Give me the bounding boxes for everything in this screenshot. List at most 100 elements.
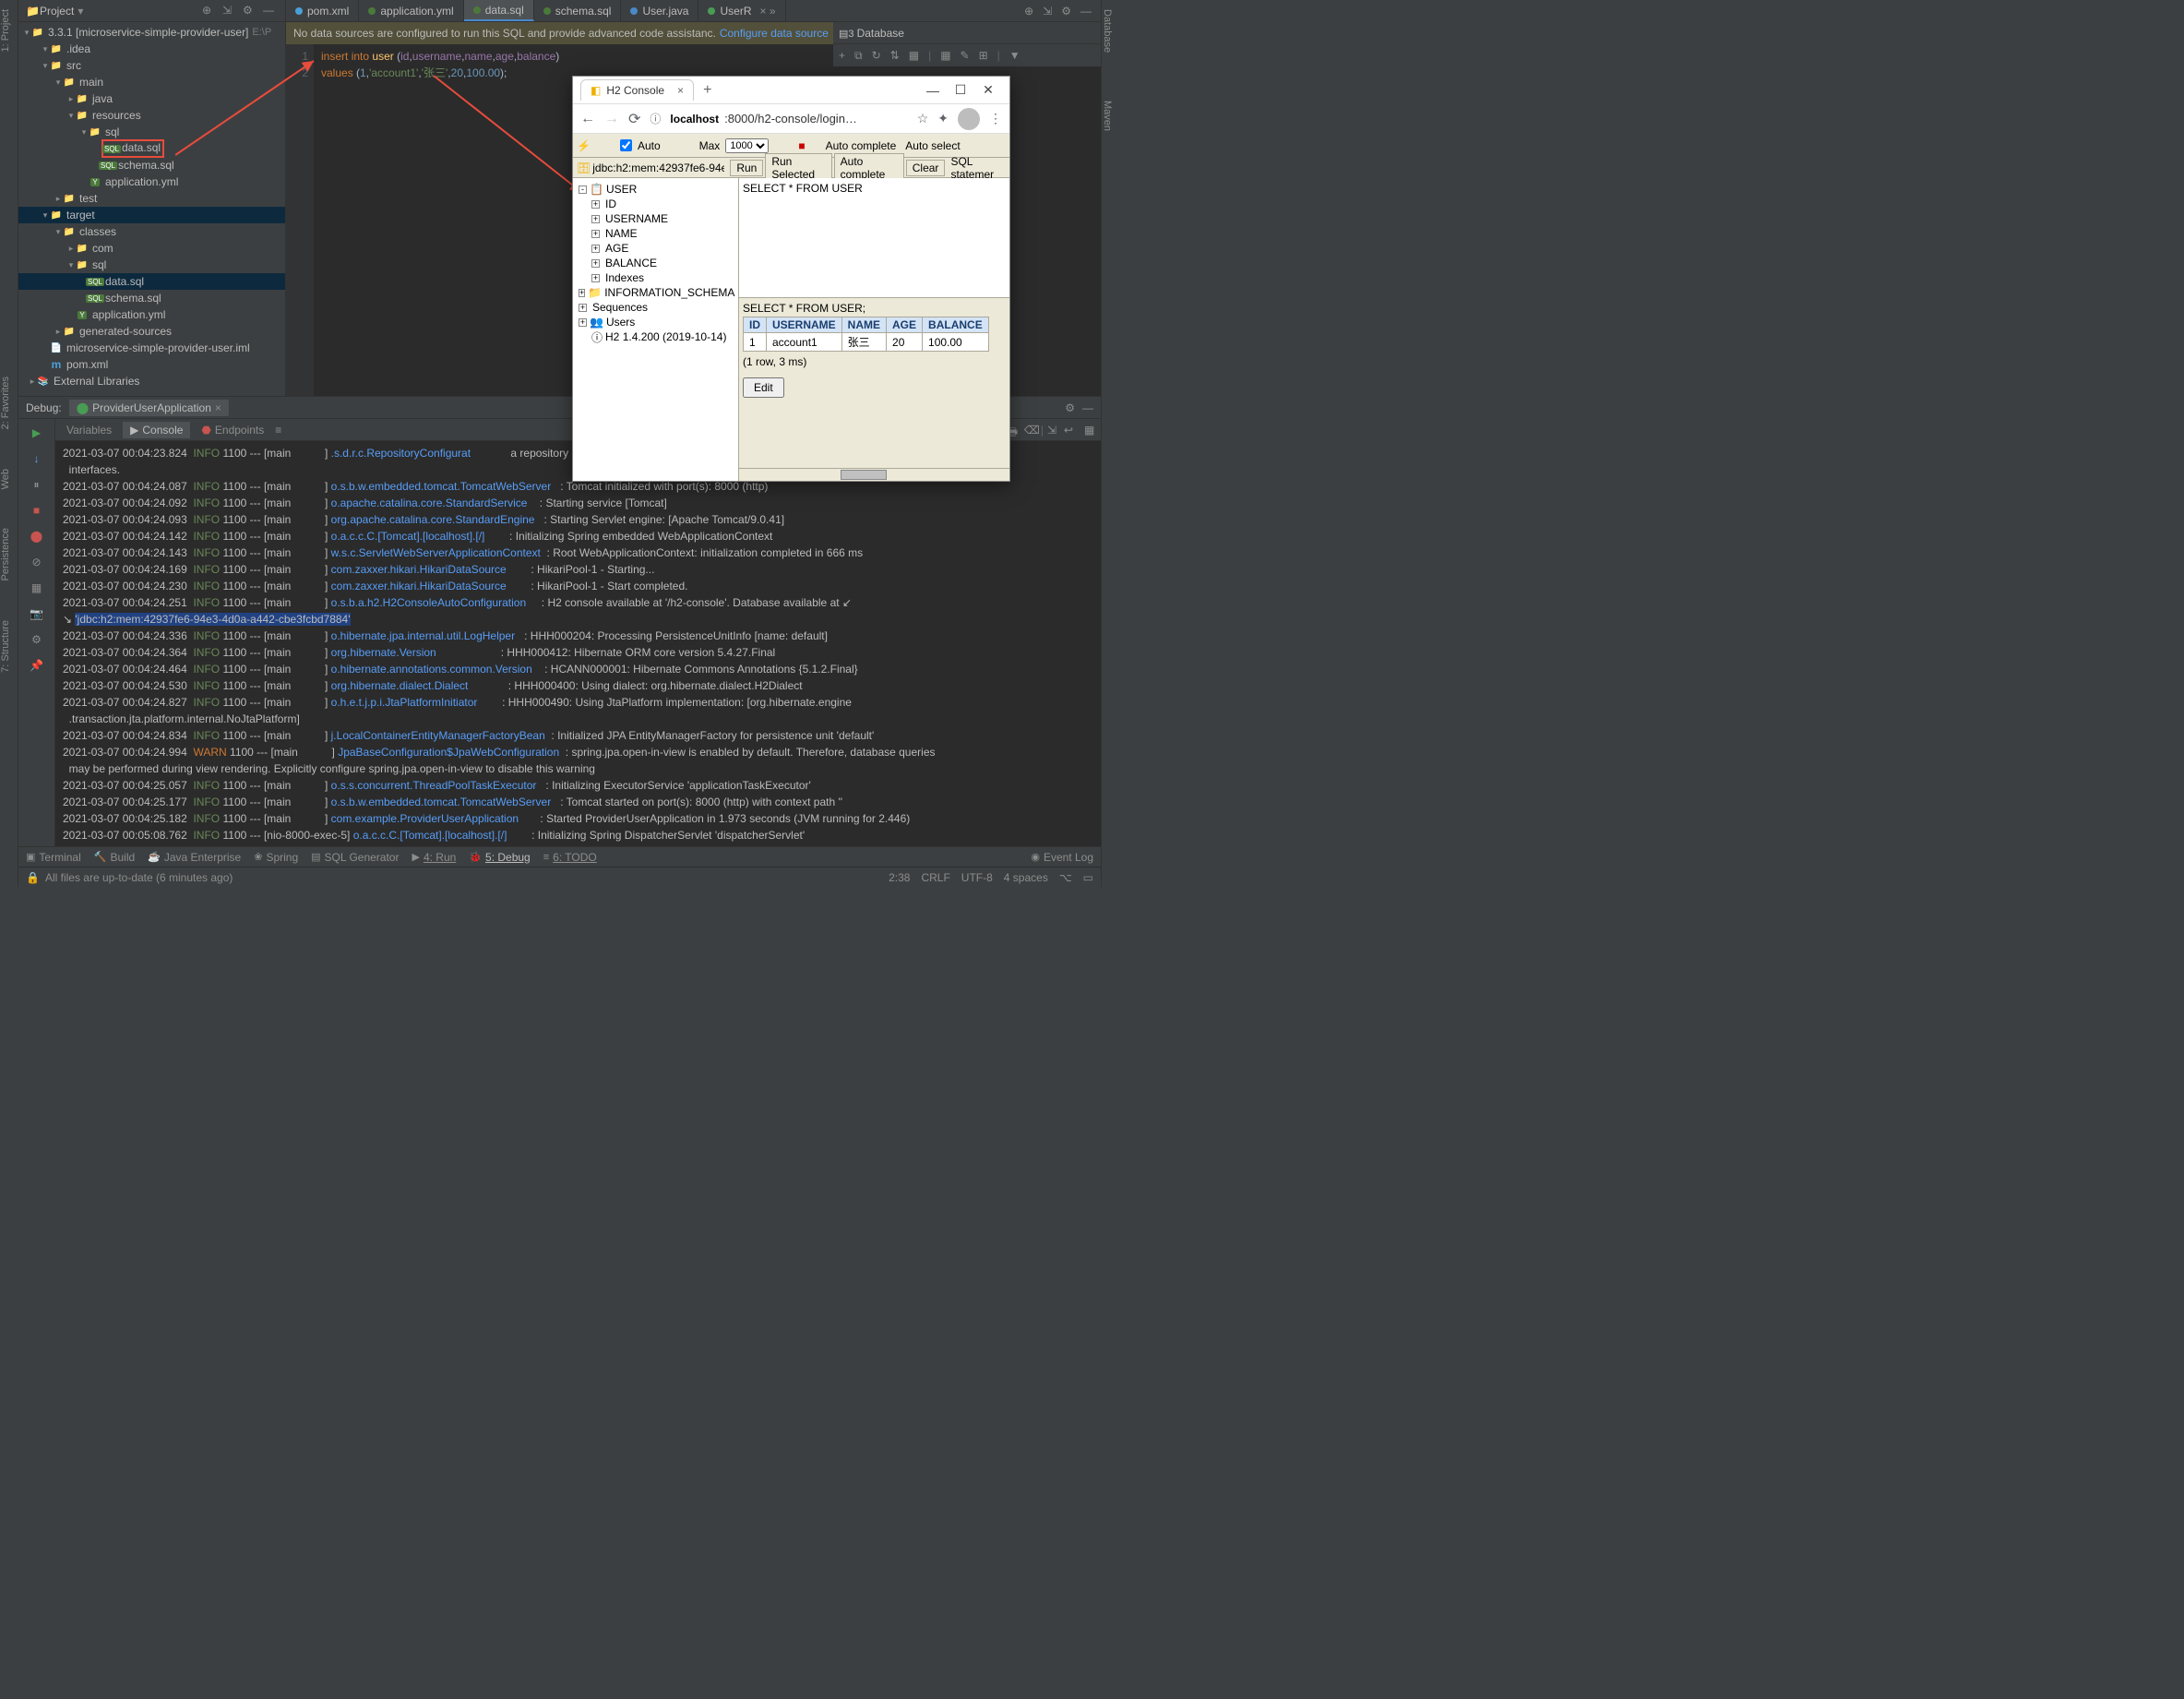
db-diagram-icon[interactable]: ⊞ [979, 49, 988, 62]
settings-icon[interactable]: ⚙ [29, 631, 45, 648]
debug-config-tab[interactable]: ⬤ ProviderUserApplication × [69, 400, 229, 416]
editor-tab[interactable]: pom.xml [286, 0, 359, 21]
tree-node[interactable]: ▸📁java [18, 90, 285, 107]
tree-node[interactable]: ▾📁classes [18, 223, 285, 240]
git-icon[interactable]: ⌥ [1059, 871, 1072, 884]
console-output[interactable]: 2021-03-07 00:04:23.824 INFO 1100 --- [m… [55, 441, 1101, 846]
h2-tree-node[interactable]: +BALANCE [577, 256, 734, 270]
h2-disconnect-icon[interactable]: ⚡ [577, 139, 591, 152]
view-bp-icon[interactable]: ⬤ [29, 528, 45, 544]
db-filter-icon[interactable]: ▼ [1009, 49, 1020, 62]
browser-tab[interactable]: ◧ H2 Console × [580, 79, 694, 101]
scroll-icon[interactable]: ⇲ [1047, 424, 1060, 437]
tree-node[interactable]: Yapplication.yml [18, 306, 285, 323]
tool-database[interactable]: Database [1102, 4, 1113, 58]
tree-node[interactable]: ▾📁src [18, 57, 285, 74]
h2-tree-node[interactable]: +USERNAME [577, 211, 734, 226]
tree-node[interactable]: ▾📁main [18, 74, 285, 90]
stop-icon[interactable]: ■ [29, 502, 45, 519]
tool-maven[interactable]: Maven [1102, 95, 1113, 137]
h2-cancel-icon[interactable]: ■ [798, 139, 805, 152]
hide-icon[interactable]: — [1082, 401, 1093, 414]
tool-structure[interactable]: 7: Structure [0, 615, 11, 678]
forward-icon[interactable]: → [604, 111, 619, 127]
filter-icon[interactable]: ▦ [1084, 424, 1097, 437]
new-tab-icon[interactable]: + [703, 82, 711, 99]
tree-node[interactable]: 📄microservice-simple-provider-user.iml [18, 340, 285, 356]
editor-tab[interactable]: schema.sql [534, 0, 622, 21]
btm-java-ee[interactable]: ☕ Java Enterprise [148, 851, 241, 864]
h2-tree-node[interactable]: +Indexes [577, 270, 734, 285]
btm-terminal[interactable]: ▣ Terminal [26, 851, 81, 864]
db-edit-icon[interactable]: ✎ [961, 49, 970, 62]
hide-icon[interactable]: — [1080, 5, 1092, 18]
avatar-icon[interactable] [958, 108, 980, 130]
tool-persistence[interactable]: Persistence [0, 522, 11, 586]
max-select[interactable]: 1000 [725, 138, 769, 153]
close-icon[interactable]: × [215, 401, 221, 414]
editor-tab[interactable]: data.sql [464, 0, 534, 21]
tool-favorites[interactable]: 2: Favorites [0, 371, 11, 435]
h2-schema-tree[interactable]: -📋USER+ID+USERNAME+NAME+AGE+BALANCE+Inde… [573, 178, 739, 481]
star-icon[interactable]: ☆ [917, 111, 929, 126]
db-refresh-icon[interactable]: ↻ [872, 49, 881, 62]
btm-spring[interactable]: ❀ Spring [254, 851, 298, 864]
camera-icon[interactable]: 📷 [29, 605, 45, 622]
clear-button[interactable]: Clear [906, 160, 946, 176]
tool-project[interactable]: 1: Project [0, 4, 11, 57]
gear-icon[interactable]: ⚙ [243, 4, 257, 18]
auto-checkbox[interactable] [620, 139, 632, 151]
tab-endpoints[interactable]: ⬣Endpoints [194, 422, 271, 438]
db-table-icon[interactable]: ▦ [940, 49, 950, 62]
pin-icon[interactable]: 📌 [29, 657, 45, 674]
tree-node[interactable]: SQLschema.sql [18, 290, 285, 306]
pause-icon[interactable]: ⏸ [29, 476, 45, 493]
h2-tree-node[interactable]: ⓘH2 1.4.200 (2019-10-14) [577, 329, 734, 344]
h2-tree-node[interactable]: -📋USER [577, 182, 734, 197]
h2-tree-node[interactable]: +📁INFORMATION_SCHEMA [577, 285, 734, 300]
tree-node[interactable]: mpom.xml [18, 356, 285, 373]
project-tree[interactable]: ▾📁3.3.1 [microservice-simple-provider-us… [18, 22, 285, 396]
tree-node[interactable]: ▾📁.idea [18, 41, 285, 57]
tab-close-icon[interactable]: × [677, 84, 684, 97]
configure-datasource-link[interactable]: Configure data source [720, 27, 829, 40]
menu-icon[interactable]: ⋮ [989, 111, 1002, 126]
tool-web[interactable]: Web [0, 463, 11, 495]
clear-icon[interactable]: ⌫ [1024, 424, 1037, 437]
wrap-icon[interactable]: ↩ [1064, 424, 1077, 437]
window-close-icon[interactable]: ✕ [974, 82, 1002, 98]
tab-console[interactable]: ▶Console [123, 422, 190, 438]
btm-debug[interactable]: 🐞 5: Debug [469, 851, 530, 864]
h2-tree-node[interactable]: +AGE [577, 241, 734, 256]
back-icon[interactable]: ← [580, 111, 595, 127]
tree-node[interactable]: Yapplication.yml [18, 173, 285, 190]
h2-scrollbar[interactable] [739, 468, 1009, 481]
btm-todo[interactable]: ≡ 6: TODO [543, 851, 597, 864]
tree-node[interactable]: ▸📚External Libraries [18, 373, 285, 389]
run-button[interactable]: Run [730, 160, 763, 176]
tab-variables[interactable]: Variables [59, 422, 119, 438]
editor-tab[interactable]: User.java [621, 0, 698, 21]
gear-icon[interactable]: ⚙ [1061, 5, 1071, 18]
resume-icon[interactable]: ▶ [29, 425, 45, 441]
tree-node[interactable]: ▸📁test [18, 190, 285, 207]
locate-icon[interactable]: ⊕ [202, 4, 217, 18]
btm-build[interactable]: 🔨 Build [94, 851, 135, 864]
hide-icon[interactable]: — [263, 4, 278, 18]
tree-node[interactable]: SQLdata.sql [18, 140, 285, 157]
db-sync-icon[interactable]: ⇅ [890, 49, 900, 62]
mem-icon[interactable]: ▭ [1083, 871, 1093, 884]
editor-tab[interactable]: application.yml [359, 0, 463, 21]
info-icon[interactable]: ⓘ [650, 111, 661, 126]
h2-tree-node[interactable]: +NAME [577, 226, 734, 241]
db-stop-icon[interactable]: ▦ [909, 49, 919, 62]
db-copy-icon[interactable]: ⧉ [854, 49, 863, 63]
locate-icon[interactable]: ⊕ [1024, 5, 1033, 18]
btm-run[interactable]: ▶ 4: Run [412, 851, 456, 864]
h2-tree-node[interactable]: +👥Users [577, 315, 734, 329]
tree-node[interactable]: SQLdata.sql [18, 273, 285, 290]
layout-icon[interactable]: ▦ [29, 580, 45, 596]
edit-button[interactable]: Edit [743, 377, 784, 398]
tree-node[interactable]: SQLschema.sql [18, 157, 285, 173]
mute-bp-icon[interactable]: ⊘ [29, 554, 45, 570]
